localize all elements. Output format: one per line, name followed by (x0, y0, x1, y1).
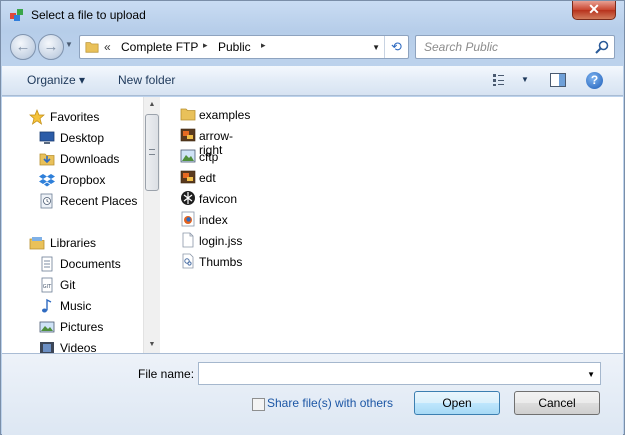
file-name-label: File name: (138, 367, 195, 381)
desktop-icon (39, 131, 55, 144)
sidebar-item-label: Pictures (60, 320, 104, 334)
image-file-icon (180, 128, 196, 142)
image-file-icon (180, 170, 196, 184)
file-upload-dialog: Select a file to upload ✕ ← → ▼ « Comple… (0, 0, 625, 435)
navigation-bar: ← → ▼ « Complete FTP ▸ Public ▸ ▼ ⟲ Sear… (1, 31, 624, 63)
title-bar[interactable]: Select a file to upload ✕ (1, 1, 624, 29)
change-view-icon[interactable] (492, 73, 506, 87)
pictures-icon (39, 321, 55, 333)
share-files-label[interactable]: Share file(s) with others (267, 396, 393, 410)
git-icon: GIT (41, 277, 53, 293)
file-name: edt (199, 171, 216, 185)
recent-locations-chevron-down-icon[interactable]: ▼ (65, 40, 73, 49)
breadcrumb-complete-ftp[interactable]: Complete FTP (121, 40, 198, 54)
navigation-pane: Favorites Desktop Downloads Dropbox Rece… (2, 97, 160, 355)
file-name: cftp (199, 150, 219, 164)
sidebar-item-label: Git (60, 278, 76, 292)
organize-button[interactable]: Organize ▾ (27, 73, 85, 87)
star-icon (29, 109, 45, 125)
address-bar[interactable]: « Complete FTP ▸ Public ▸ ▼ ⟲ (79, 35, 409, 59)
sidebar-item-label: Recent Places (60, 194, 138, 208)
close-button[interactable]: ✕ (572, 1, 616, 20)
scroll-down-icon[interactable]: ▼ (144, 337, 160, 353)
dropbox-icon (39, 174, 55, 187)
new-folder-button[interactable]: New folder (118, 73, 175, 87)
browser-content: Favorites Desktop Downloads Dropbox Rece… (2, 97, 623, 355)
app-icon (10, 9, 23, 21)
downloads-icon (39, 153, 55, 166)
blank-file-icon (182, 232, 194, 248)
dialog-footer: File name: ▼ Share file(s) with others O… (2, 353, 623, 435)
file-name: index (199, 213, 228, 227)
file-name: login.jss (199, 234, 243, 248)
folder-icon (180, 108, 196, 121)
forward-button[interactable]: → (38, 34, 64, 60)
breadcrumb-separator[interactable]: ▸ (261, 40, 266, 51)
refresh-icon[interactable]: ⟲ (384, 36, 408, 58)
navigation-scrollbar[interactable]: ▲ ▼ (143, 97, 160, 353)
breadcrumb-public[interactable]: Public (218, 40, 251, 54)
svg-text:GIT: GIT (43, 284, 52, 290)
search-box[interactable]: Search Public (415, 35, 615, 59)
music-icon (42, 298, 52, 313)
picture-file-icon (180, 149, 196, 163)
sidebar-item-label: Documents (60, 257, 121, 271)
file-name: favicon (199, 192, 238, 206)
scrollbar-thumb[interactable] (145, 114, 159, 191)
view-options-chevron-down-icon[interactable]: ▼ (521, 75, 529, 84)
file-list: examples arrow-right cftp edt favicon in… (162, 97, 623, 353)
search-icon[interactable] (594, 39, 610, 55)
grip-icon (149, 149, 155, 155)
sidebar-item-label: Libraries (50, 236, 97, 250)
sidebar-item-label: Desktop (60, 131, 105, 145)
back-button[interactable]: ← (10, 34, 36, 60)
sidebar-item-label: Downloads (60, 152, 120, 166)
window-title: Select a file to upload (31, 8, 146, 22)
address-overflow[interactable]: « (104, 40, 111, 54)
file-name: Thumbs (199, 255, 243, 269)
sidebar-item-label: Favorites (50, 110, 100, 124)
search-input[interactable]: Search Public (424, 40, 498, 54)
sidebar-item-label: Dropbox (60, 173, 106, 187)
sidebar-item-label: Music (60, 299, 92, 313)
favicon-file-icon (181, 191, 195, 205)
file-name-field[interactable]: ▼ (198, 362, 601, 385)
thumbs-db-icon (182, 253, 194, 269)
preview-pane-icon[interactable] (550, 73, 566, 87)
recent-places-icon (40, 193, 53, 209)
firefox-file-icon (181, 211, 195, 227)
share-checkbox[interactable] (252, 398, 265, 411)
file-name: examples (199, 108, 251, 122)
open-button[interactable]: Open (414, 391, 500, 415)
command-bar: Organize ▾ New folder ▼ ? (2, 66, 623, 96)
file-name-chevron-down-icon[interactable]: ▼ (587, 370, 595, 379)
documents-icon (41, 256, 53, 272)
cancel-button[interactable]: Cancel (514, 391, 600, 415)
help-icon[interactable]: ? (586, 72, 603, 89)
breadcrumb-separator[interactable]: ▸ (203, 40, 208, 51)
scroll-up-icon[interactable]: ▲ (144, 97, 160, 113)
address-chevron-down-icon[interactable]: ▼ (372, 43, 380, 52)
libraries-icon (29, 237, 45, 250)
folder-icon (85, 42, 99, 53)
